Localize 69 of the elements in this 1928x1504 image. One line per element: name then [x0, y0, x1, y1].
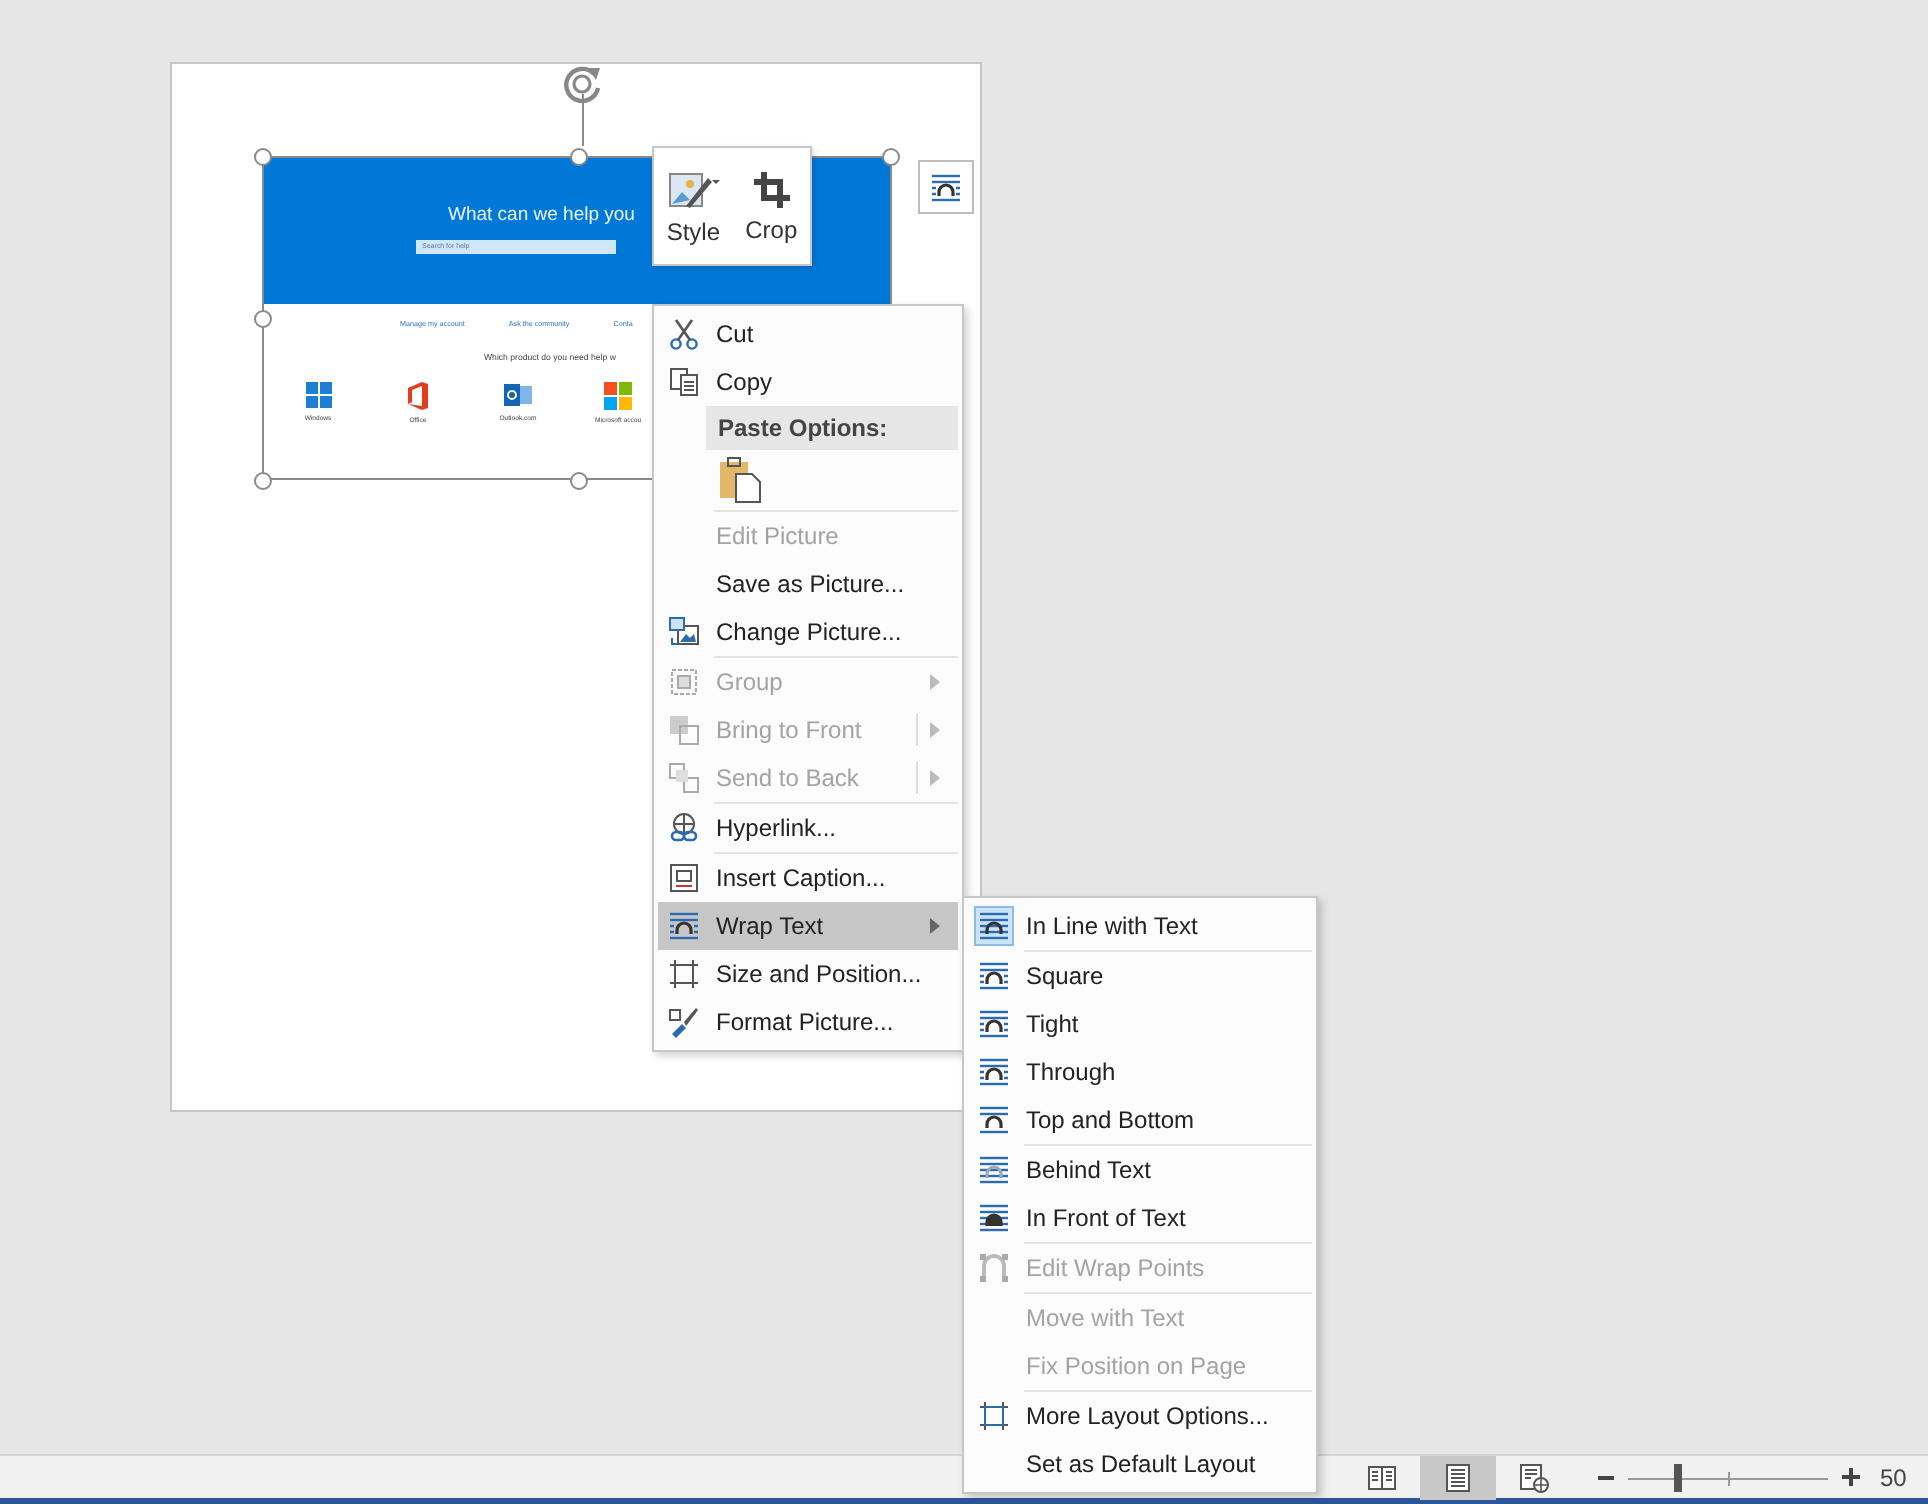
zoom-slider[interactable]: [1628, 1463, 1828, 1491]
menu-item[interactable]: Change Picture...: [658, 608, 958, 656]
menu-item[interactable]: Behind Text: [968, 1146, 1312, 1194]
page-lines-icon: [1442, 1461, 1474, 1493]
text-wrap-icon: [978, 1056, 1010, 1088]
menu-item[interactable]: Save as Picture...: [658, 560, 958, 608]
text-wrap-icon: [978, 1008, 1010, 1040]
text-wrap-icon: [978, 1104, 1010, 1136]
plus-icon: [1841, 1468, 1859, 1486]
menu-item[interactable]: Size and Position...: [658, 950, 958, 998]
resize-handle[interactable]: [570, 148, 588, 166]
send-to-back-icon: [668, 762, 700, 794]
slider-thumb[interactable]: [1674, 1463, 1682, 1491]
office-logo-icon: [406, 382, 430, 410]
text-wrap-icon: [668, 910, 700, 942]
submenu-arrow-icon: [929, 918, 939, 934]
style-button[interactable]: Style: [662, 163, 724, 249]
menu-item[interactable]: Insert Caption...: [658, 854, 958, 902]
zoom-in-button[interactable]: [1836, 1463, 1864, 1491]
menu-item[interactable]: More Layout Options...: [968, 1392, 1312, 1440]
resize-handle[interactable]: [254, 310, 272, 328]
layout-options-button[interactable]: [918, 160, 974, 214]
menu-item[interactable]: In Line with Text: [968, 902, 1312, 950]
picture-brush-icon: [667, 167, 720, 211]
globe-link-icon: [668, 812, 700, 844]
headline: What can we help you: [448, 204, 635, 226]
zoom-percent: 50: [1880, 1463, 1909, 1491]
text-wrap-icon: [978, 1154, 1010, 1186]
resize-handle[interactable]: [254, 148, 272, 166]
menu-item[interactable]: Through: [968, 1048, 1312, 1096]
bring-to-front-icon: [668, 714, 700, 746]
crop-button[interactable]: Crop: [741, 165, 802, 247]
caption-icon: [668, 862, 700, 894]
submenu-arrow-icon: [929, 674, 939, 690]
minus-icon: [1598, 1475, 1614, 1479]
scissors-icon: [668, 318, 700, 350]
resize-frame-icon: [668, 958, 700, 990]
text-wrap-icon: [978, 1202, 1010, 1234]
submenu-arrow-icon: [929, 770, 939, 786]
mail-logo-icon: [504, 382, 532, 408]
group-icon: [668, 666, 700, 698]
menu-item[interactable]: Wrap Text: [658, 902, 958, 950]
view-button[interactable]: [1420, 1455, 1496, 1499]
submenu-arrow-icon: [929, 722, 939, 738]
resize-handle[interactable]: [254, 472, 272, 490]
menu-item[interactable]: Square: [968, 952, 1312, 1000]
four-squares-logo-icon: [604, 382, 632, 410]
menu-item[interactable]: Set as Default Layout: [968, 1440, 1312, 1488]
paint-brush-icon: [668, 1006, 700, 1038]
resize-handle[interactable]: [570, 472, 588, 490]
paste-icon[interactable]: [718, 456, 762, 504]
resize-frame-icon: [978, 1400, 1010, 1432]
menu-item[interactable]: Hyperlink...: [658, 804, 958, 852]
open-book-icon: [1366, 1461, 1398, 1493]
windows-logo-icon: [305, 382, 331, 408]
menu-item[interactable]: Top and Bottom: [968, 1096, 1312, 1144]
text-wrap-icon: [978, 910, 1010, 942]
menu-item[interactable]: Tight: [968, 1000, 1312, 1048]
menu-section-header: Paste Options:: [706, 406, 958, 450]
menu-item[interactable]: Format Picture...: [658, 998, 958, 1046]
text-wrap-icon: [930, 171, 962, 203]
menu-item[interactable]: In Front of Text: [968, 1194, 1312, 1242]
picture-swap-icon: [668, 616, 700, 648]
resize-handle[interactable]: [882, 148, 900, 166]
page-globe-icon: [1518, 1461, 1550, 1493]
crop-icon: [751, 169, 792, 209]
text-wrap-icon: [978, 960, 1010, 992]
copy-icon: [668, 366, 700, 398]
wrap-points-icon: [978, 1252, 1010, 1284]
